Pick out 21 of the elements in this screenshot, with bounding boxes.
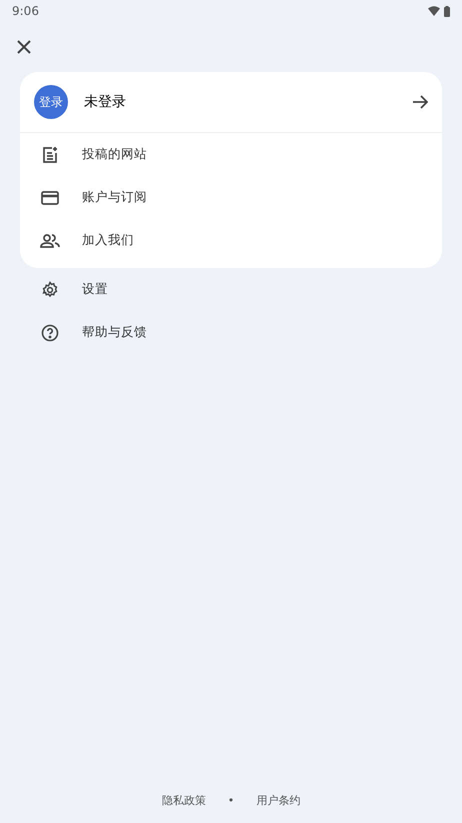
menu-item[interactable]: 加入我们	[20, 219, 442, 262]
wifi-icon	[428, 6, 440, 16]
menu-item[interactable]: 设置	[20, 268, 442, 311]
login-row[interactable]: 登录 未登录	[20, 72, 442, 132]
people-icon	[40, 234, 60, 248]
menu-item[interactable]: 投稿的网站	[20, 133, 442, 176]
separator-dot: •	[228, 792, 234, 808]
login-status: 未登录	[84, 92, 127, 112]
gear-icon	[40, 280, 60, 298]
close-icon	[17, 40, 31, 54]
menu-item[interactable]: 账户与订阅	[20, 176, 442, 219]
avatar: 登录	[34, 85, 68, 119]
document-icon	[40, 146, 60, 164]
menu-item[interactable]: 帮助与反馈	[20, 311, 442, 354]
help-icon	[40, 324, 60, 342]
arrow-icon	[412, 95, 428, 109]
card-icon	[40, 190, 60, 204]
battery-icon	[444, 6, 450, 16]
footer-link[interactable]: 用户条约	[256, 792, 300, 809]
footer-link[interactable]: 隐私政策	[162, 792, 206, 809]
status-time: 9:06	[12, 3, 39, 20]
